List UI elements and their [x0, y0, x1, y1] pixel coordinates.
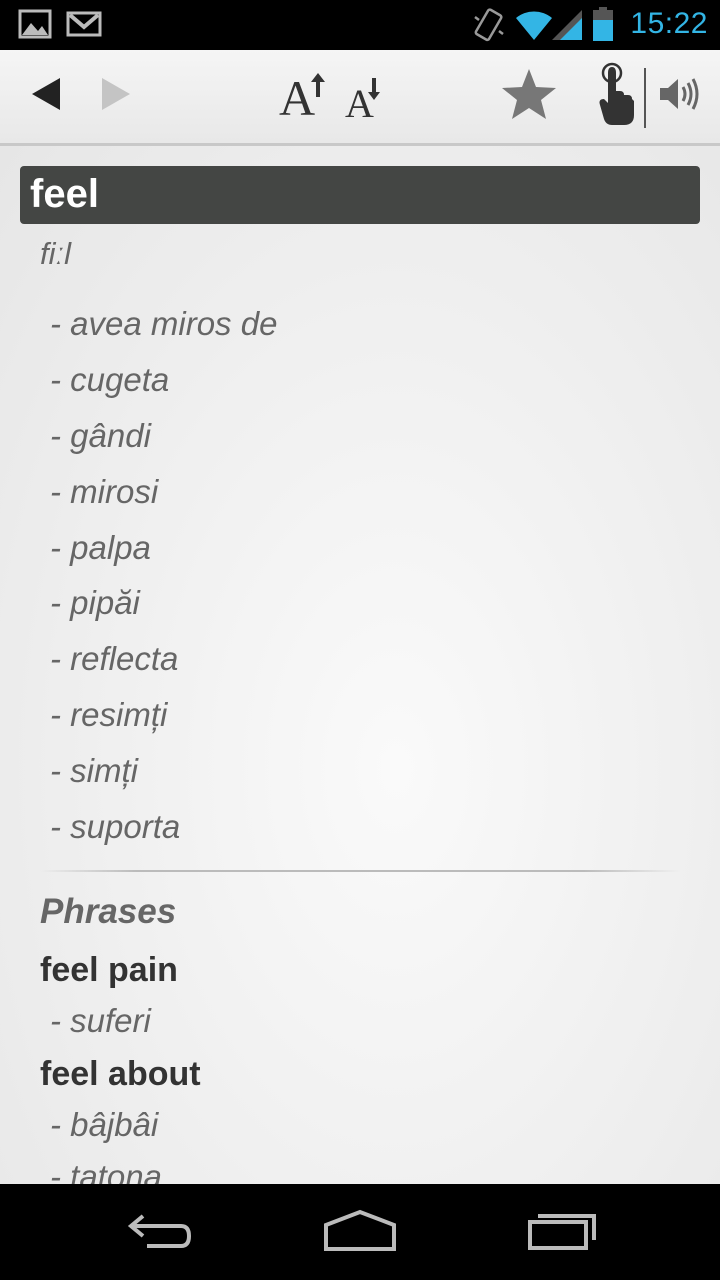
dictionary-entry: feel fiːl - avea miros de - cugeta - gân… [0, 146, 720, 1184]
status-bar: 15:22 [0, 0, 720, 50]
status-time: 15:22 [630, 7, 708, 40]
meaning-item: - palpa [50, 528, 151, 566]
arrow-down-icon [368, 77, 380, 105]
meaning-item: - reflecta [50, 640, 179, 678]
headword: feel [30, 172, 99, 216]
phrase-entry: feel pain - suferi [40, 946, 178, 1050]
phrase-entry: feel about - bâjbâi - tatona [40, 1050, 201, 1184]
meanings-list: - avea miros de - cugeta - gândi - miros… [50, 302, 277, 861]
touch-mode-button[interactable] [590, 50, 642, 143]
meaning-item: - suporta [50, 808, 181, 846]
meaning-item: - avea miros de [50, 305, 278, 342]
headword-bar: feel [20, 166, 700, 224]
phrase-meaning-item: - tatona [50, 1158, 162, 1184]
nav-recents-button[interactable] [512, 1184, 612, 1280]
star-icon [501, 68, 557, 125]
pronunciation: fiːl [40, 236, 71, 271]
phrase-title: feel about [40, 1055, 201, 1093]
meaning-item: - pipăi [50, 584, 140, 622]
phrase-meaning-item: - suferi [50, 1002, 151, 1039]
favorite-button[interactable] [496, 50, 562, 143]
forward-arrow-icon [100, 76, 132, 117]
toolbar-divider [644, 68, 646, 128]
signal-icon [552, 8, 584, 47]
nav-back-button[interactable] [110, 1184, 210, 1280]
speaker-icon [658, 76, 702, 117]
nav-back-icon [125, 1210, 195, 1255]
phrase-title: feel pain [40, 951, 178, 989]
meaning-item: - simți [50, 752, 138, 790]
font-increase-label: A [279, 69, 316, 126]
phrase-meanings: - bâjbâi - tatona [40, 1102, 201, 1184]
back-button[interactable] [20, 50, 72, 143]
nav-home-button[interactable] [310, 1184, 410, 1280]
nav-home-icon [322, 1209, 398, 1256]
meaning-item: - resimți [50, 696, 168, 734]
nav-recents-icon [526, 1210, 598, 1255]
arrow-up-icon [311, 72, 325, 102]
hand-pointer-icon [594, 61, 638, 132]
section-divider [40, 870, 680, 872]
meaning-item: - mirosi [50, 472, 159, 510]
speaker-button[interactable] [652, 50, 708, 143]
navigation-bar [0, 1184, 720, 1280]
font-decrease-button[interactable]: A [338, 50, 390, 143]
gmail-icon [66, 11, 102, 42]
meaning-item: - cugeta [50, 360, 170, 398]
phrase-meanings: - suferi [40, 998, 178, 1050]
phrase-meaning-item: - bâjbâi [50, 1106, 159, 1143]
wifi-icon [514, 8, 554, 47]
font-increase-button[interactable]: A [272, 50, 328, 143]
battery-icon [592, 6, 614, 47]
forward-button[interactable] [90, 50, 142, 143]
back-arrow-icon [30, 76, 62, 117]
meaning-item: - gândi [50, 416, 151, 454]
vibrate-icon [472, 7, 506, 48]
toolbar: A A [0, 50, 720, 146]
gallery-icon [18, 9, 52, 44]
phrases-heading: Phrases [40, 892, 177, 931]
